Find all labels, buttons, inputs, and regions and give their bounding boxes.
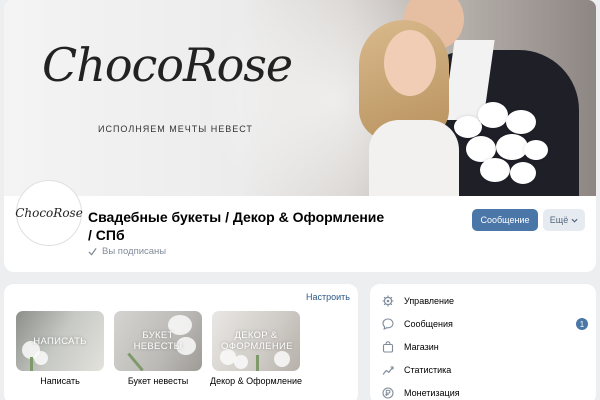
bouquet-image	[444, 96, 554, 192]
admin-item-statistics[interactable]: Статистика	[382, 360, 588, 380]
menu-tile-bridal-bouquet[interactable]: БУКЕТ НЕВЕСТЫ	[114, 311, 202, 371]
avatar-logo: ChocoRose	[15, 206, 83, 220]
tile-label: ДЕКОР & ОФОРМЛЕНИЕ	[221, 330, 293, 352]
money-icon	[382, 387, 394, 399]
subscribed-label: Вы подписаны	[102, 246, 167, 257]
admin-item-label: Сообщения	[404, 319, 453, 329]
menu-tile-write[interactable]: НАПИСАТЬ	[16, 311, 104, 371]
admin-item-label: Магазин	[404, 342, 439, 352]
bag-icon	[382, 341, 394, 353]
group-avatar[interactable]: ChocoRose	[15, 180, 83, 246]
gear-icon	[382, 295, 394, 307]
tile-caption[interactable]: Написать	[10, 376, 110, 386]
admin-item-messages[interactable]: Сообщения 1	[382, 314, 588, 334]
customize-link[interactable]: Настроить	[306, 292, 350, 302]
admin-item-label: Статистика	[404, 365, 452, 375]
admin-item-label: Монетизация	[404, 388, 460, 398]
tile-label: БУКЕТ НЕВЕСТЫ	[133, 330, 183, 352]
more-label: Ещё	[549, 215, 569, 225]
subscription-status[interactable]: Вы подписаны	[88, 246, 166, 257]
message-button[interactable]: Сообщение	[472, 209, 538, 231]
group-menu: Настроить НАПИСАТЬ Написать БУКЕТ НЕВЕСТ…	[4, 284, 358, 400]
chart-icon	[382, 366, 394, 375]
admin-item-monetization[interactable]: Монетизация	[382, 383, 588, 400]
check-icon	[88, 247, 97, 256]
menu-tile-decor[interactable]: ДЕКОР & ОФОРМЛЕНИЕ	[212, 311, 300, 371]
admin-item-manage[interactable]: Управление	[382, 291, 588, 311]
unread-badge: 1	[576, 318, 588, 330]
tile-label: НАПИСАТЬ	[33, 335, 87, 347]
group-title: Свадебные букеты / Декор & Оформление / …	[88, 209, 385, 243]
admin-item-label: Управление	[404, 296, 455, 306]
tile-caption[interactable]: Букет невесты	[108, 376, 208, 386]
group-header: ChocoRose Свадебные букеты / Декор & Офо…	[4, 180, 596, 272]
admin-panel: Управление Сообщения 1 Магазин Статистик…	[370, 284, 596, 400]
admin-item-shop[interactable]: Магазин	[382, 337, 588, 357]
chat-icon	[382, 318, 394, 330]
cover-tagline: ИСПОЛНЯЕМ МЕЧТЫ НЕВЕСТ	[98, 124, 253, 134]
more-button[interactable]: Ещё	[543, 209, 585, 231]
cover-logo: ChocoRose	[42, 38, 293, 92]
group-cover: ChocoRose ИСПОЛНЯЕМ МЕЧТЫ НЕВЕСТ	[4, 0, 596, 196]
tile-caption[interactable]: Декор & Оформление	[206, 376, 306, 386]
chevron-down-icon	[571, 218, 578, 223]
